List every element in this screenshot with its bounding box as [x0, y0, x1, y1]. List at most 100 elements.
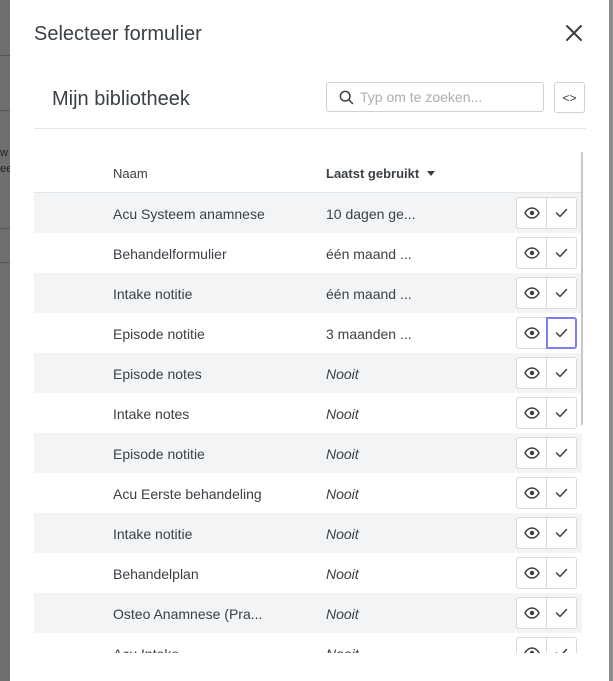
last-used: Nooit [326, 646, 359, 653]
select-button[interactable] [546, 437, 577, 469]
dialog-title: Selecteer formulier [34, 23, 202, 45]
eye-icon [523, 447, 540, 459]
preview-button[interactable] [516, 197, 547, 229]
search-icon [339, 90, 354, 105]
form-name: Acu Intake [113, 646, 179, 653]
eye-icon [523, 247, 540, 259]
eye-icon [523, 487, 540, 499]
form-name: Intake notitie [113, 286, 193, 302]
table-row[interactable]: Acu Systeem anamnese 10 dagen ge... [34, 193, 582, 233]
table-row[interactable]: Intake notes Nooit [34, 393, 582, 433]
eye-icon [523, 367, 540, 379]
check-icon [555, 288, 568, 298]
background-divider [0, 110, 10, 111]
preview-button[interactable] [516, 237, 547, 269]
forms-table: Naam Laatst gebruikt Acu Systeem anamnes… [34, 152, 582, 653]
backdrop [0, 0, 10, 681]
form-name: Intake notitie [113, 526, 193, 542]
table-row[interactable]: Behandelformulier één maand ... [34, 233, 582, 273]
eye-icon [523, 567, 540, 579]
table-row[interactable]: Osteo Anamnese (Pra... Nooit [34, 593, 582, 633]
last-used: Nooit [326, 366, 359, 382]
preview-button[interactable] [516, 637, 547, 653]
form-name: Acu Systeem anamnese [113, 206, 265, 222]
form-name: Intake notes [113, 406, 190, 422]
select-button[interactable] [546, 357, 577, 389]
code-icon: <> [562, 90, 577, 105]
eye-icon [523, 327, 540, 339]
background-text: w [0, 147, 8, 159]
search-box [326, 82, 544, 112]
check-icon [555, 208, 568, 218]
preview-button[interactable] [516, 557, 547, 589]
select-button[interactable] [546, 597, 577, 629]
background-divider [0, 55, 10, 56]
eye-icon [523, 407, 540, 419]
preview-button[interactable] [516, 517, 547, 549]
header-divider [34, 128, 586, 129]
preview-button[interactable] [516, 597, 547, 629]
form-name: Episode notes [113, 366, 202, 382]
table-row[interactable]: Acu Intake Nooit [34, 633, 582, 653]
table-row[interactable]: Intake notitie Nooit [34, 513, 582, 553]
check-icon [555, 568, 568, 578]
preview-button[interactable] [516, 357, 547, 389]
table-row[interactable]: Episode notitie Nooit [34, 433, 582, 473]
table-row[interactable]: Acu Eerste behandeling Nooit [34, 473, 582, 513]
eye-icon [523, 287, 540, 299]
last-used: Nooit [326, 486, 359, 502]
column-header-last-used-label: Laatst gebruikt [326, 166, 420, 181]
select-button[interactable] [546, 397, 577, 429]
select-button[interactable] [546, 277, 577, 309]
form-name: Episode notitie [113, 326, 205, 342]
select-button[interactable] [546, 637, 577, 653]
last-used: Nooit [326, 526, 359, 542]
check-icon [555, 448, 568, 458]
select-button[interactable] [546, 557, 577, 589]
form-name: Osteo Anamnese (Pra... [113, 606, 263, 622]
last-used: één maand ... [326, 246, 412, 262]
close-icon [566, 25, 582, 41]
caret-down-icon [427, 171, 436, 176]
table-row[interactable]: Intake notitie één maand ... [34, 273, 582, 313]
select-form-dialog: Selecteer formulier Mijn bibliotheek <> … [10, 0, 609, 681]
last-used: 3 maanden ... [326, 326, 412, 342]
column-header-name[interactable]: Naam [113, 166, 148, 181]
background-divider [0, 228, 10, 229]
check-icon [555, 328, 568, 338]
check-icon [555, 528, 568, 538]
eye-icon [523, 207, 540, 219]
select-button[interactable] [546, 197, 577, 229]
table-row[interactable]: Episode notes Nooit [34, 353, 582, 393]
background-divider [0, 262, 10, 263]
last-used: 10 dagen ge... [326, 206, 416, 222]
select-button[interactable] [546, 477, 577, 509]
last-used: Nooit [326, 566, 359, 582]
preview-button[interactable] [516, 277, 547, 309]
column-header-last-used[interactable]: Laatst gebruikt [326, 166, 436, 181]
preview-button[interactable] [516, 317, 547, 349]
code-button[interactable]: <> [554, 82, 585, 113]
eye-icon [523, 527, 540, 539]
check-icon [555, 648, 568, 653]
search-input[interactable] [360, 89, 530, 105]
preview-button[interactable] [516, 397, 547, 429]
table-row[interactable]: Episode notitie 3 maanden ... [34, 313, 582, 353]
table-header: Naam Laatst gebruikt [34, 152, 582, 193]
select-button[interactable] [546, 317, 577, 349]
scrollbar[interactable] [581, 152, 583, 425]
library-title: Mijn bibliotheek [52, 88, 190, 110]
table-row[interactable]: Behandelplan Nooit [34, 553, 582, 593]
check-icon [555, 368, 568, 378]
preview-button[interactable] [516, 477, 547, 509]
select-button[interactable] [546, 517, 577, 549]
form-name: Behandelformulier [113, 246, 227, 262]
eye-icon [523, 647, 540, 653]
last-used: Nooit [326, 406, 359, 422]
preview-button[interactable] [516, 437, 547, 469]
check-icon [555, 408, 568, 418]
select-button[interactable] [546, 237, 577, 269]
close-button[interactable] [561, 20, 587, 46]
form-name: Behandelplan [113, 566, 199, 582]
last-used: Nooit [326, 446, 359, 462]
